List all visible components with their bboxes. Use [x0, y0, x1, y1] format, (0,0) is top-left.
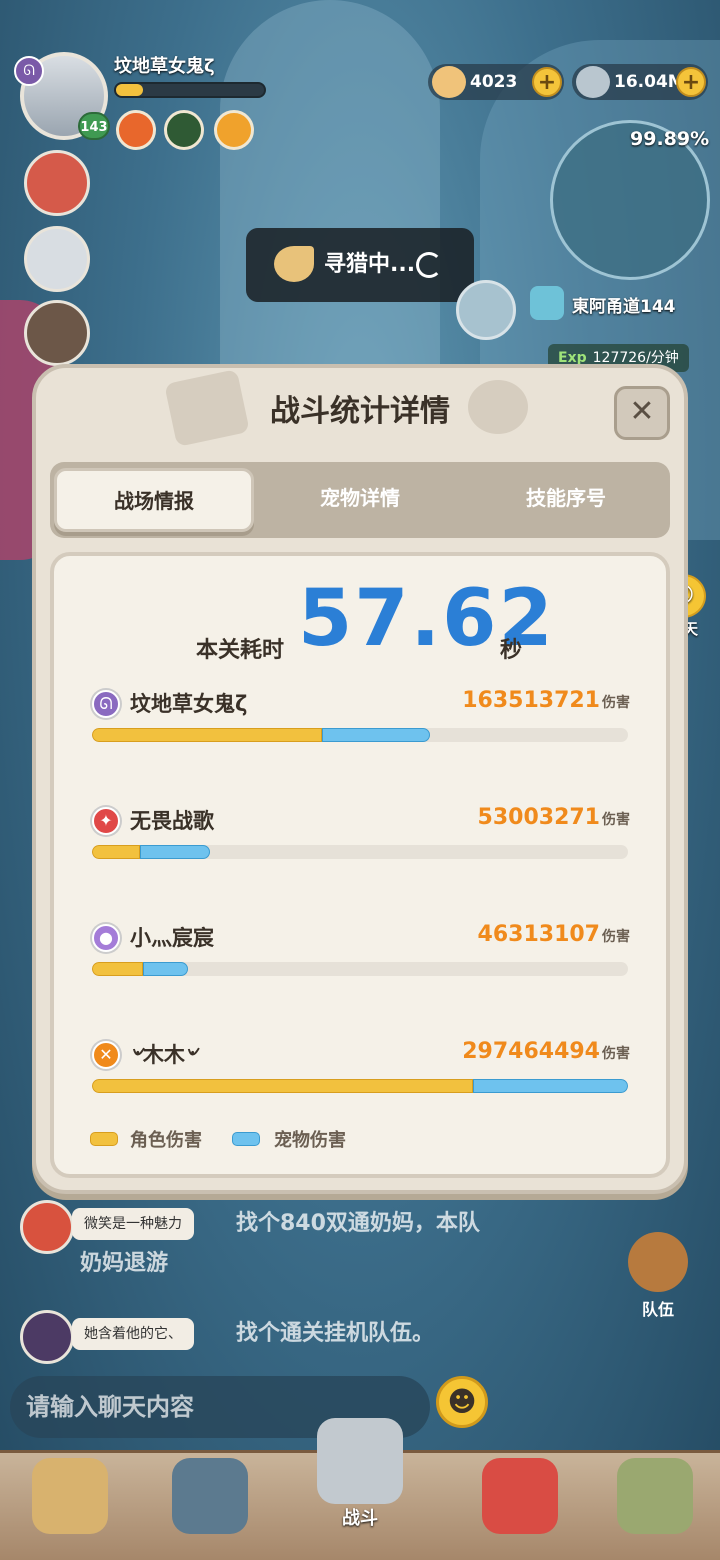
legend-swatch-pet: [232, 1132, 260, 1146]
add-shell-button[interactable]: +: [532, 67, 562, 97]
loading-spinner-icon: [416, 252, 442, 278]
role-damage-segment: [92, 1079, 473, 1093]
pet-damage-segment: [140, 845, 210, 859]
pearl-icon: [576, 66, 610, 98]
buff-swirl-icon[interactable]: [214, 110, 254, 150]
team-member-avatar[interactable]: [24, 150, 90, 216]
nav-battle[interactable]: 战斗: [310, 1418, 410, 1529]
legend-role: 角色伤害: [130, 1130, 202, 1151]
player-damage: 46313107 伤害: [478, 922, 630, 947]
team-icon: [628, 1232, 688, 1292]
map-progress: 99.89%: [630, 128, 710, 150]
damage-unit: 伤害: [602, 1046, 630, 1062]
role-damage-segment: [92, 728, 323, 742]
damage-value: 163513721: [462, 688, 600, 713]
close-icon: ✕: [629, 394, 655, 429]
buff-fire-icon[interactable]: [116, 110, 156, 150]
player-level: 143: [78, 112, 110, 140]
damage-bar: [92, 962, 628, 976]
totem-icon: [617, 1458, 693, 1534]
currency-pearl: 16.04M +: [572, 64, 708, 100]
tab-skill-order[interactable]: 技能序号: [466, 468, 666, 532]
emoji-icon[interactable]: ☻: [436, 1376, 488, 1428]
nav-totem[interactable]: [605, 1458, 705, 1558]
target-monster-icon[interactable]: [456, 280, 516, 340]
tab-pet-details[interactable]: 宠物详情: [260, 468, 460, 532]
beast-icon: [32, 1458, 108, 1534]
sword-icon: [317, 1418, 403, 1504]
player-damage: 163513721 伤害: [462, 688, 630, 713]
chat-message: 找个840双通奶妈，本队: [236, 1211, 480, 1236]
background-creature: [220, 0, 440, 420]
time-label: 本关耗时: [196, 638, 285, 663]
player-class-icon: ✕: [92, 1041, 120, 1069]
player-class-icon: ✦: [92, 807, 120, 835]
panel-title: 战斗统计详情: [270, 394, 450, 429]
chat-sender-name: 她含着他的它、: [72, 1318, 194, 1350]
role-damage-segment: [92, 845, 141, 859]
role-damage-segment: [92, 962, 143, 976]
pet-icon: [482, 1458, 558, 1534]
legend-pet: 宠物伤害: [274, 1130, 346, 1151]
damage-unit: 伤害: [602, 695, 630, 711]
chat-avatar[interactable]: [20, 1200, 74, 1254]
pet-damage-segment: [472, 1079, 628, 1093]
nav-pet[interactable]: [470, 1458, 570, 1558]
team-member-avatar[interactable]: [24, 300, 90, 366]
chat-avatar[interactable]: [20, 1310, 74, 1364]
damage-bar: [92, 845, 628, 859]
currency-shell: 4023 +: [428, 64, 564, 100]
time-unit: 秒: [500, 638, 523, 663]
damage-value: 297464494: [462, 1039, 600, 1064]
damage-bar: [92, 1079, 628, 1093]
damage-value: 53003271: [477, 805, 600, 830]
pet-damage-segment: [322, 728, 430, 742]
player-row-name: ৺木木৺: [130, 1043, 198, 1067]
team-member-avatar[interactable]: [24, 226, 90, 292]
chat-sender-name: 微笑是一种魅力: [72, 1208, 194, 1240]
team-button[interactable]: 队伍: [622, 1232, 694, 1324]
pet-damage-segment: [142, 962, 189, 976]
player-damage: 53003271 伤害: [478, 805, 630, 830]
player-hp-bar: [114, 82, 266, 98]
player-class-icon: ●: [92, 924, 120, 952]
buff-cactus-icon[interactable]: [164, 110, 204, 150]
player-class-icon: ᘏ: [92, 690, 120, 718]
location-name: 東阿甬道144: [572, 297, 676, 317]
horn-icon: [274, 246, 314, 282]
damage-bar: [92, 728, 628, 742]
add-pearl-button[interactable]: +: [676, 67, 706, 97]
damage-unit: 伤害: [602, 929, 630, 945]
tab-battlefield[interactable]: 战场情报: [54, 468, 254, 532]
location-crystal-icon: [530, 286, 564, 320]
close-button[interactable]: ✕: [614, 386, 670, 440]
player-row-name: 小灬宸宸: [130, 926, 214, 950]
legend-swatch-role: [90, 1132, 118, 1146]
nav-pet-beast[interactable]: [20, 1458, 120, 1558]
damage-unit: 伤害: [602, 812, 630, 828]
player-name: 坟地草女鬼ζ: [114, 56, 215, 77]
nav-character[interactable]: [160, 1458, 260, 1558]
shell-icon: [432, 66, 466, 98]
chat-message: 找个通关挂机队伍。: [236, 1321, 435, 1346]
player-row-name: 坟地草女鬼ζ: [130, 692, 248, 716]
character-icon: [172, 1458, 248, 1534]
hunting-status: 寻猎中...: [246, 228, 474, 302]
guild-icon: ᘏ: [14, 56, 44, 86]
player-damage: 297464494 伤害: [462, 1039, 630, 1064]
damage-value: 46313107: [477, 922, 600, 947]
chat-message: 奶妈退游: [80, 1251, 169, 1276]
player-row-name: 无畏战歌: [130, 809, 214, 833]
